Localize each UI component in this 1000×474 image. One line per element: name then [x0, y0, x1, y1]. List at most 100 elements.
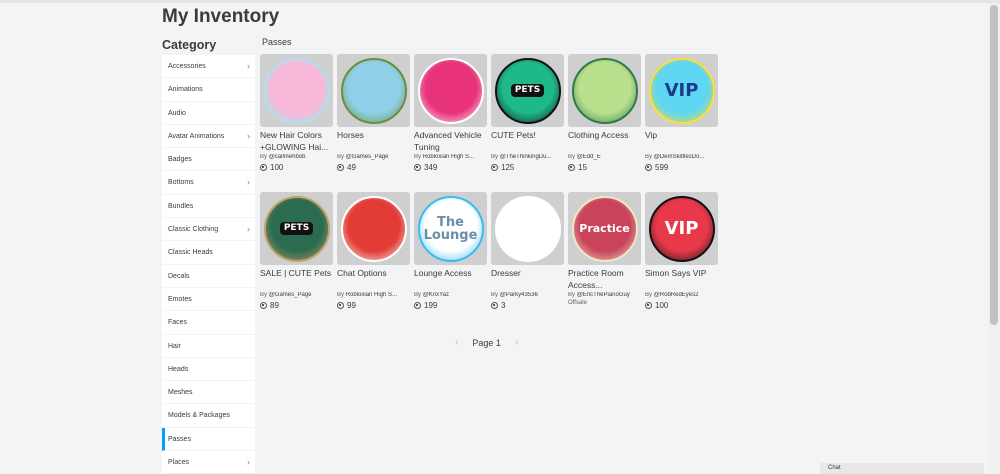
- chat-bar[interactable]: Chat: [820, 463, 984, 474]
- category-item[interactable]: Decals: [162, 265, 255, 288]
- pass-card[interactable]: Dresser By @Parky43536 3: [491, 192, 564, 310]
- category-item[interactable]: Avatar Animations ›: [162, 125, 255, 149]
- category-item[interactable]: Audio: [162, 102, 255, 125]
- pass-thumbnail[interactable]: [260, 54, 333, 127]
- creator-name[interactable]: @Edd_E: [577, 154, 601, 160]
- pass-name[interactable]: Vip: [645, 129, 718, 153]
- price-value: 49: [347, 163, 356, 172]
- category-item[interactable]: Hair: [162, 335, 255, 358]
- pass-creator: By Robloxian High S...: [414, 154, 487, 160]
- by-label: By: [260, 154, 268, 160]
- pass-card[interactable]: New Hair Colors +GLOWING Hai... By @callm…: [260, 54, 333, 172]
- pass-card[interactable]: VIP Simon Says VIP By @RobRedEyes2 100: [645, 192, 718, 310]
- prev-page-button[interactable]: ‹: [455, 337, 458, 348]
- pass-creator: By @EricThePianoGuy: [568, 292, 641, 298]
- pass-card[interactable]: Horses By @Games_Page 49: [337, 54, 410, 172]
- pass-creator: By @Games_Page: [337, 154, 410, 160]
- chevron-right-icon: ›: [247, 177, 250, 188]
- pass-name[interactable]: Simon Says VIP: [645, 267, 718, 291]
- pass-thumbnail[interactable]: [337, 54, 410, 127]
- category-item-label: Heads: [168, 365, 189, 373]
- pass-icon: Practice: [571, 195, 638, 262]
- category-item-label: Faces: [168, 319, 188, 327]
- by-label: By: [568, 292, 576, 298]
- price-value: 100: [270, 163, 284, 172]
- pass-creator: By @Edd_E: [568, 154, 641, 160]
- pass-icon: The Lounge: [417, 195, 484, 262]
- creator-name[interactable]: @callmehbob: [269, 154, 306, 160]
- pass-name[interactable]: Lounge Access: [414, 267, 487, 291]
- creator-name[interactable]: @KrixYaz: [423, 292, 449, 298]
- category-item-label: Models & Packages: [168, 412, 230, 420]
- category-heading: Category: [162, 38, 217, 52]
- pass-thumbnail[interactable]: The Lounge: [414, 192, 487, 265]
- pass-name[interactable]: Clothing Access: [568, 129, 641, 153]
- section-title: Passes: [262, 37, 292, 47]
- scrollbar[interactable]: [988, 3, 1000, 474]
- next-page-button[interactable]: ›: [515, 337, 518, 348]
- pass-name[interactable]: Chat Options: [337, 267, 410, 291]
- creator-name[interactable]: @RobRedEyes2: [654, 292, 699, 298]
- category-item[interactable]: Places ›: [162, 451, 255, 474]
- category-item[interactable]: Meshes: [162, 381, 255, 405]
- pass-thumbnail[interactable]: VIP: [645, 192, 718, 265]
- pass-card[interactable]: Chat Options By Robloxian High S... 99: [337, 192, 410, 310]
- pass-card[interactable]: The Lounge Lounge Access By @KrixYaz 199: [414, 192, 487, 310]
- pass-icon: PETS: [263, 195, 330, 262]
- category-item[interactable]: Classic Heads: [162, 241, 255, 265]
- robux-icon: [568, 164, 575, 171]
- category-item-label: Animations: [168, 86, 203, 94]
- by-label: By: [645, 154, 653, 160]
- pagination: ‹ Page 1 ›: [455, 337, 518, 348]
- category-item[interactable]: Emotes: [162, 288, 255, 312]
- creator-name[interactable]: @Games_Page: [346, 154, 389, 160]
- pass-name[interactable]: Dresser: [491, 267, 564, 291]
- pass-name[interactable]: New Hair Colors +GLOWING Hai...: [260, 129, 333, 153]
- category-list: Accessories › Animations Audio Avatar Animat…: [162, 55, 255, 474]
- category-item[interactable]: Classic Clothing ›: [162, 218, 255, 242]
- pass-thumbnail[interactable]: [568, 54, 641, 127]
- pass-thumbnail[interactable]: PETS: [491, 54, 564, 127]
- pass-thumbnail[interactable]: Practice: [568, 192, 641, 265]
- pass-thumbnail[interactable]: [337, 192, 410, 265]
- pass-card[interactable]: VIP Vip By @DemSkittlesDo... 599: [645, 54, 718, 172]
- pass-name[interactable]: Practice Room Access...: [568, 267, 641, 291]
- category-item[interactable]: Models & Packages: [162, 404, 255, 428]
- creator-name[interactable]: @DemSkittlesDo...: [654, 154, 705, 160]
- pass-thumbnail[interactable]: PETS: [260, 192, 333, 265]
- category-item[interactable]: Bundles: [162, 195, 255, 219]
- category-item[interactable]: Heads: [162, 358, 255, 382]
- creator-name[interactable]: Robloxian High S...: [346, 292, 397, 298]
- pass-icon: PETS: [494, 57, 561, 124]
- pass-name[interactable]: CUTE Pets!: [491, 129, 564, 153]
- creator-name[interactable]: @EricThePianoGuy: [577, 292, 630, 298]
- category-item[interactable]: Badges: [162, 148, 255, 172]
- pass-thumbnail[interactable]: [491, 192, 564, 265]
- category-item[interactable]: Animations: [162, 78, 255, 102]
- category-item[interactable]: Accessories ›: [162, 55, 255, 79]
- creator-name[interactable]: Robloxian High S...: [423, 154, 474, 160]
- creator-name[interactable]: @TheThinkingDu...: [500, 154, 552, 160]
- pass-thumbnail[interactable]: [414, 54, 487, 127]
- pass-card[interactable]: PETS CUTE Pets! By @TheThinkingDu... 125: [491, 54, 564, 172]
- pass-card[interactable]: Advanced Vehicle Tuning By Robloxian High…: [414, 54, 487, 172]
- category-item[interactable]: Passes: [162, 427, 255, 452]
- price-value: 199: [424, 301, 438, 310]
- pass-card[interactable]: Practice Practice Room Access... By @EricT…: [568, 192, 641, 306]
- creator-name[interactable]: @Games_Page: [269, 292, 312, 298]
- pass-icon-text: PETS: [279, 222, 314, 235]
- pass-card[interactable]: Clothing Access By @Edd_E 15: [568, 54, 641, 172]
- pass-name[interactable]: SALE | CUTE Pets: [260, 267, 333, 291]
- pass-name[interactable]: Horses: [337, 129, 410, 153]
- pass-card[interactable]: PETS SALE | CUTE Pets By @Games_Page 89: [260, 192, 333, 310]
- pass-price: 100: [645, 301, 718, 310]
- scrollbar-thumb[interactable]: [990, 5, 998, 325]
- pass-price: 125: [491, 163, 564, 172]
- category-item[interactable]: Faces: [162, 311, 255, 335]
- pass-name[interactable]: Advanced Vehicle Tuning: [414, 129, 487, 153]
- pass-icon: [494, 195, 561, 262]
- creator-name[interactable]: @Parky43536: [500, 292, 538, 298]
- category-item[interactable]: Bottoms ›: [162, 171, 255, 195]
- pass-thumbnail[interactable]: VIP: [645, 54, 718, 127]
- pass-icon-text: PETS: [510, 84, 545, 97]
